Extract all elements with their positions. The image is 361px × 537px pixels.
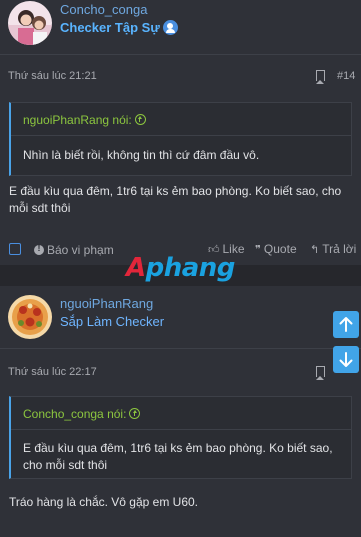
post-timestamp[interactable]: Thứ sáu lúc 22:17	[8, 366, 97, 378]
quote-author-text: Concho_conga nói:	[23, 407, 127, 421]
username[interactable]: Concho_conga	[60, 2, 147, 17]
avatar[interactable]	[8, 295, 52, 339]
post-author: nguoiPhanRang Sắp Làm Checker	[8, 295, 348, 339]
quote-block: Concho_conga nói: E đầu kìu qua đêm, 1tr…	[9, 396, 352, 479]
user-title: Sắp Làm Checker	[60, 314, 165, 329]
report-icon	[34, 243, 44, 255]
post-15: nguoiPhanRang Sắp Làm Checker Thứ sáu lú…	[0, 286, 361, 537]
post-message: E đầu kìu qua đêm, 1tr6 tại ks ẻm bao ph…	[9, 184, 342, 215]
quote-label: Quote	[263, 242, 297, 256]
quote-icon: ❞	[255, 244, 261, 256]
reply-button[interactable]: ↰ Trả lời	[310, 242, 356, 256]
site-watermark: Aphang	[126, 253, 235, 283]
avatar[interactable]	[8, 1, 52, 45]
quote-author[interactable]: Concho_conga nói:	[23, 407, 141, 421]
quote-author-text: nguoiPhanRang nói:	[23, 113, 132, 127]
bookmark-icon[interactable]	[316, 70, 325, 84]
arrow-down-icon	[339, 352, 353, 367]
arrow-up-icon	[339, 317, 353, 332]
post-message: Tráo hàng là chắc. Vô gặp em U60.	[9, 495, 198, 509]
post-14: Concho_conga Checker Tập Sự Thứ sáu lúc …	[0, 0, 361, 265]
arrow-up-circle-icon[interactable]	[129, 408, 141, 419]
quote-text: Nhìn là biết rồi, không tin thì cứ đâm đ…	[23, 148, 260, 162]
watermark-first: A	[126, 253, 146, 283]
post-author: Concho_conga Checker Tập Sự	[8, 1, 348, 45]
arrow-up-circle-icon[interactable]	[134, 114, 146, 125]
report-label: Báo vi phạm	[47, 243, 114, 257]
reply-icon: ↰	[310, 244, 320, 256]
reply-label: Trả lời	[322, 242, 357, 256]
divider	[0, 348, 361, 349]
quote-divider	[11, 429, 351, 430]
quote-author[interactable]: nguoiPhanRang nói:	[23, 113, 146, 127]
scroll-to-bottom-button[interactable]	[333, 346, 359, 373]
scroll-to-top-button[interactable]	[333, 311, 359, 338]
divider	[0, 54, 361, 55]
quote-divider	[11, 135, 351, 136]
post-number[interactable]: #14	[337, 70, 355, 82]
quote-text: E đầu kìu qua đêm, 1tr6 tại ks ẻm bao ph…	[23, 441, 333, 472]
user-title-text: Checker Tập Sự	[60, 20, 160, 35]
watermark-rest: phang	[145, 253, 236, 283]
post-timestamp[interactable]: Thứ sáu lúc 21:21	[8, 70, 97, 82]
report-button[interactable]: Báo vi phạm	[34, 243, 114, 257]
username[interactable]: nguoiPhanRang	[60, 296, 153, 311]
select-checkbox[interactable]	[9, 243, 21, 255]
bookmark-icon[interactable]	[316, 366, 325, 380]
quote-block: nguoiPhanRang nói: Nhìn là biết rồi, khô…	[9, 102, 352, 176]
user-title: Checker Tập Sự	[60, 20, 178, 35]
user-check-icon	[162, 20, 178, 35]
quote-button[interactable]: ❞ Quote	[255, 242, 297, 256]
